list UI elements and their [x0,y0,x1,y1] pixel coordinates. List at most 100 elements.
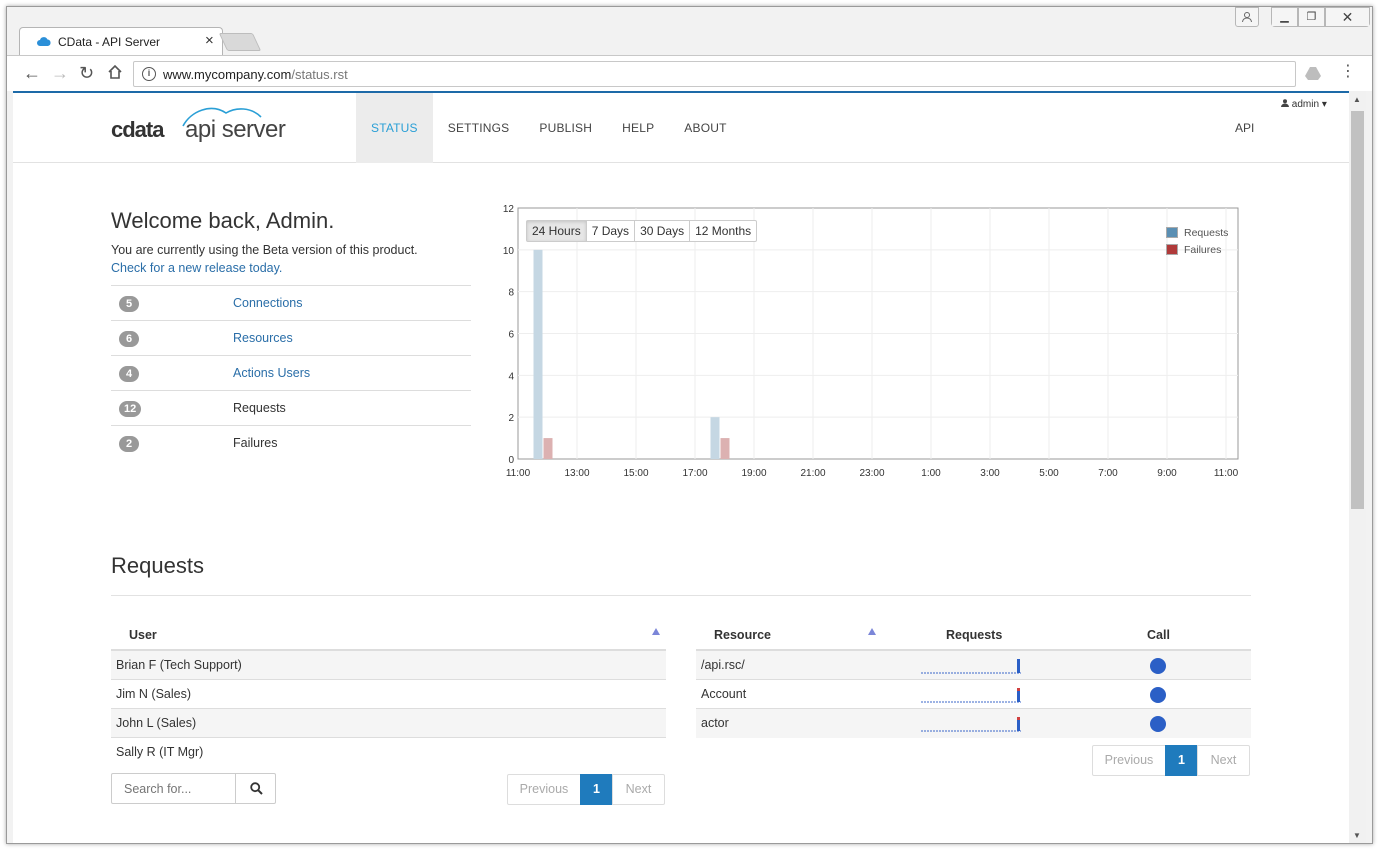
user-menu[interactable]: admin ▾ [1281,99,1327,110]
x-tick-label: 11:00 [1214,468,1239,479]
requests-sparkline [921,688,1021,703]
nav-status[interactable]: STATUS [356,93,433,163]
failures-label: Failures [233,436,278,450]
range-12-months[interactable]: 12 Months [689,221,756,241]
divider [111,595,1251,596]
legend-failures[interactable]: Failures [1166,243,1228,260]
resources-pagination: Previous 1 Next [1092,745,1250,776]
drive-extension-icon[interactable] [1305,66,1321,80]
sort-asc-icon[interactable] [868,628,876,635]
scroll-down-icon[interactable]: ▼ [1353,831,1361,840]
y-tick-label: 8 [508,288,514,299]
stat-connections: 5 Connections [111,285,471,320]
legend-swatch [1166,244,1178,255]
table-row[interactable]: actor [696,709,1251,738]
resources-link[interactable]: Resources [233,331,293,345]
y-tick-label: 0 [508,455,514,466]
table-row[interactable]: Jim N (Sales) [111,680,666,709]
table-row[interactable]: Brian F (Tech Support) [111,651,666,680]
close-window-icon[interactable]: ✕ [1325,7,1370,27]
browser-menu-icon[interactable]: ⋮ [1340,64,1356,80]
resource-column-header[interactable]: Resource [714,628,771,642]
actions-users-link[interactable]: Actions Users [233,366,310,380]
nav-settings[interactable]: SETTINGS [433,93,525,163]
legend-swatch [1166,227,1178,238]
search-input[interactable] [112,774,236,803]
requests-chart: 0 2 4 6 8 10 12 11:00 13:00 15:00 17:00 19:00 21:00 2… [503,204,1239,479]
address-bar[interactable]: i www.mycompany.com/status.rst [133,61,1296,87]
table-row[interactable]: /api.rsc/ [696,651,1251,680]
caret-down-icon: ▾ [1321,99,1327,110]
tab-close-icon[interactable]: × [205,32,214,49]
sort-asc-icon[interactable] [652,628,660,635]
scroll-thumb[interactable] [1351,111,1364,509]
welcome-text: You are currently using the Beta version… [111,243,418,257]
page-1-button[interactable]: 1 [1165,745,1198,776]
browser-tab[interactable]: CData - API Server × [19,27,223,56]
requests-label: Requests [233,401,286,415]
scroll-up-icon[interactable]: ▲ [1353,95,1361,104]
search-button[interactable] [235,774,276,803]
x-tick-label: 21:00 [800,468,825,479]
legend-requests[interactable]: Requests [1166,226,1228,243]
new-tab-button[interactable] [218,33,262,51]
x-tick-label: 9:00 [1157,468,1177,479]
profile-icon[interactable] [1235,7,1259,27]
count-badge: 6 [119,331,139,347]
page-1-button[interactable]: 1 [580,774,613,805]
home-icon[interactable] [107,64,123,83]
table-row[interactable]: Account [696,680,1251,709]
range-24-hours[interactable]: 24 Hours [527,221,586,241]
nav-api[interactable]: API [1235,93,1254,163]
call-status-dot[interactable] [1150,716,1166,732]
call-column-header[interactable]: Call [1147,628,1170,642]
nav-help[interactable]: HELP [607,93,669,163]
release-link[interactable]: Check for a new release today. [111,261,282,275]
connections-link[interactable]: Connections [233,296,303,310]
previous-page-button[interactable]: Previous [1092,745,1166,776]
x-tick-label: 3:00 [980,468,1000,479]
restore-icon[interactable]: ❐ [1298,7,1325,27]
stat-failures: 2 Failures [111,425,471,460]
next-page-button[interactable]: Next [1197,745,1250,776]
x-tick-label: 1:00 [921,468,941,479]
x-tick-label: 11:00 [506,468,531,479]
page-scrollbar[interactable]: ▲ ▼ [1349,91,1366,843]
y-tick-label: 4 [508,371,514,382]
nav-about[interactable]: ABOUT [669,93,741,163]
bar-failures [720,438,730,459]
requests-sparkline [921,659,1021,674]
page-viewport: cdata api server STATUS SETTINGS PUBLISH… [13,91,1349,843]
reload-icon[interactable]: ↻ [79,64,94,82]
requests-column-header[interactable]: Requests [946,628,1002,642]
back-icon[interactable]: ← [23,64,41,82]
table-row[interactable]: John L (Sales) [111,709,666,738]
forward-icon[interactable]: → [51,64,69,82]
x-tick-label: 15:00 [623,468,648,479]
x-tick-label: 13:00 [564,468,589,479]
table-row[interactable]: Sally R (IT Mgr) [111,738,666,767]
stat-resources: 6 Resources [111,320,471,355]
y-tick-label: 12 [503,204,515,215]
browser-toolbar: ← → ↻ i www.mycompany.com/status.rst ⋮ [7,55,1372,91]
welcome-title: Welcome back, Admin. [111,208,335,233]
y-tick-label: 2 [508,413,514,424]
x-tick-label: 19:00 [741,468,766,479]
previous-page-button[interactable]: Previous [507,774,581,805]
cdata-logo[interactable]: cdata api server [111,105,301,145]
bar-requests [533,249,543,459]
range-30-days[interactable]: 30 Days [634,221,689,241]
call-status-dot[interactable] [1150,687,1166,703]
nav-publish[interactable]: PUBLISH [524,93,607,163]
user-column-header[interactable]: User [129,628,157,642]
url-text: www.mycompany.com/status.rst [163,67,348,82]
requests-section-title: Requests [111,553,204,578]
call-status-dot[interactable] [1150,658,1166,674]
range-7-days[interactable]: 7 Days [585,221,634,241]
title-bar: CData - API Server × ▁ ❐ ✕ [7,7,1372,56]
requests-sparkline [921,717,1021,732]
info-icon[interactable]: i [142,67,156,81]
x-tick-label: 17:00 [682,468,707,479]
minimize-icon[interactable]: ▁ [1271,7,1298,27]
next-page-button[interactable]: Next [612,774,665,805]
